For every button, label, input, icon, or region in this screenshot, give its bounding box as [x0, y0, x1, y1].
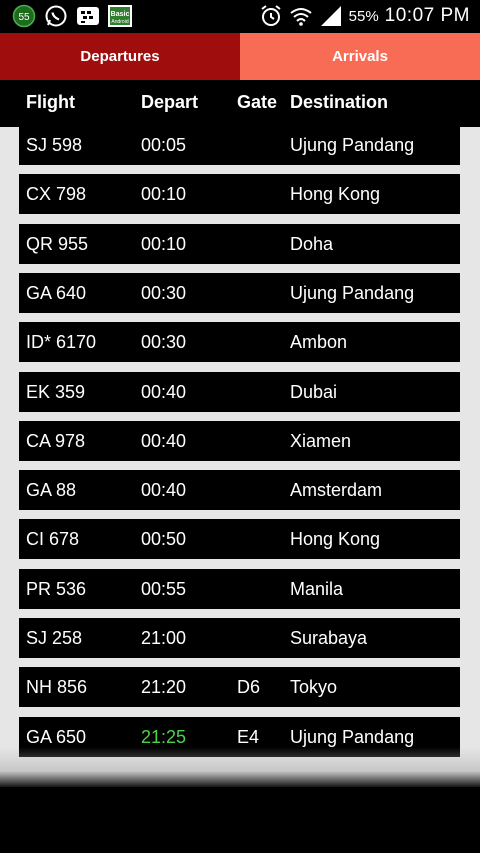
- flight-number: EK 359: [26, 381, 86, 402]
- flight-row[interactable]: QR 955 00:10 Doha: [19, 223, 460, 264]
- battery-percent: 55%: [348, 7, 379, 25]
- gate: E4: [237, 726, 260, 747]
- depart-time: 00:55: [141, 578, 187, 599]
- flight-number: NH 856: [26, 677, 88, 698]
- depart-time: 00:30: [141, 332, 187, 353]
- destination: Xiamen: [290, 430, 352, 451]
- notification-count-text: 55: [18, 12, 30, 23]
- header-gate: Gate: [237, 92, 278, 112]
- header-flight: Flight: [26, 92, 75, 112]
- flight-row[interactable]: PR 536 00:55 Manila: [19, 568, 460, 609]
- tab-bar: Departures Arrivals: [0, 33, 480, 80]
- flight-row[interactable]: CI 678 00:50 Hong Kong: [19, 519, 460, 560]
- flight-number: CA 978: [26, 430, 86, 451]
- clock: 10:07 PM: [384, 5, 470, 26]
- flight-number: SJ 598: [26, 135, 83, 155]
- destination: Manila: [290, 578, 344, 599]
- depart-time: 00:50: [141, 529, 187, 550]
- signal-icon: [319, 4, 343, 28]
- flight-row[interactable]: GA 88 00:40 Amsterdam: [19, 470, 460, 511]
- destination: Hong Kong: [290, 184, 381, 205]
- flight-row[interactable]: SJ 598 00:05 Ujung Pandang: [19, 127, 460, 165]
- depart-time: 21:20: [141, 677, 187, 698]
- bbm-icon: [76, 4, 100, 28]
- alarm-icon: [259, 4, 283, 28]
- depart-time: 21:25: [141, 726, 187, 747]
- system-icons: 55% 10:07 PM: [259, 4, 470, 28]
- flight-row[interactable]: SJ 258 21:00 Surabaya: [19, 618, 460, 658]
- flight-number: CI 678: [26, 529, 80, 550]
- bottom-bar: [0, 787, 480, 853]
- tab-arrivals[interactable]: Arrivals: [240, 33, 480, 80]
- flight-number: CX 798: [26, 184, 87, 205]
- flight-number: GA 88: [26, 480, 77, 501]
- flight-number: GA 650: [26, 726, 87, 747]
- destination: Dubai: [290, 381, 338, 402]
- flight-list[interactable]: SJ 598 00:05 Ujung Pandang CX 798 00:10 Hong …: [0, 127, 480, 787]
- depart-time: 00:10: [141, 184, 187, 205]
- depart-time: 00:40: [141, 381, 187, 402]
- flight-row[interactable]: NH 856 21:20 D6 Tokyo: [19, 667, 460, 708]
- destination: Amsterdam: [290, 480, 383, 501]
- flight-row[interactable]: EK 359 00:40 Dubai: [19, 371, 460, 412]
- destination: Ambon: [290, 332, 348, 353]
- flight-row[interactable]: CA 978 00:40 Xiamen: [19, 420, 460, 461]
- depart-time: 00:10: [141, 233, 187, 254]
- depart-time: 00:40: [141, 480, 187, 501]
- column-headers: Flight Depart Gate Destination: [0, 80, 480, 127]
- flight-number: PR 536: [26, 578, 87, 599]
- depart-time: 00:05: [141, 135, 187, 155]
- flight-number: QR 955: [26, 233, 89, 254]
- depart-time: 00:40: [141, 430, 187, 451]
- svg-text:Android: Android: [111, 19, 128, 25]
- flight-row[interactable]: ID* 6170 00:30 Ambon: [19, 322, 460, 363]
- wifi-icon: [289, 4, 313, 28]
- destination: Surabaya: [290, 628, 368, 648]
- svg-text:Basic: Basic: [111, 11, 130, 18]
- basic-android-icon: Basic Android: [108, 4, 132, 28]
- flight-row[interactable]: CX 798 00:10 Hong Kong: [19, 174, 460, 215]
- destination: Ujung Pandang: [290, 135, 415, 155]
- destination: Tokyo: [290, 677, 338, 698]
- flight-number: SJ 258: [26, 628, 83, 648]
- depart-time: 00:30: [141, 282, 187, 303]
- notification-count-icon: 55: [12, 4, 36, 28]
- header-destination: Destination: [290, 92, 389, 112]
- flight-number: GA 640: [26, 282, 87, 303]
- gate: D6: [237, 677, 261, 698]
- status-bar: 55 Basic Android 55% 10:07 PM: [0, 0, 480, 33]
- flight-row[interactable]: GA 640 00:30 Ujung Pandang: [19, 272, 460, 313]
- flight-row[interactable]: GA 650 21:25 E4 Ujung Pandang: [19, 716, 460, 757]
- flight-number: ID* 6170: [26, 332, 97, 353]
- tab-departures[interactable]: Departures: [0, 33, 240, 80]
- header-depart: Depart: [141, 92, 199, 112]
- notification-icons: 55 Basic Android: [12, 4, 132, 28]
- destination: Hong Kong: [290, 529, 381, 550]
- destination: Ujung Pandang: [290, 726, 415, 747]
- destination: Doha: [290, 233, 334, 254]
- whatsapp-icon: [44, 4, 68, 28]
- depart-time: 21:00: [141, 628, 187, 648]
- destination: Ujung Pandang: [290, 282, 415, 303]
